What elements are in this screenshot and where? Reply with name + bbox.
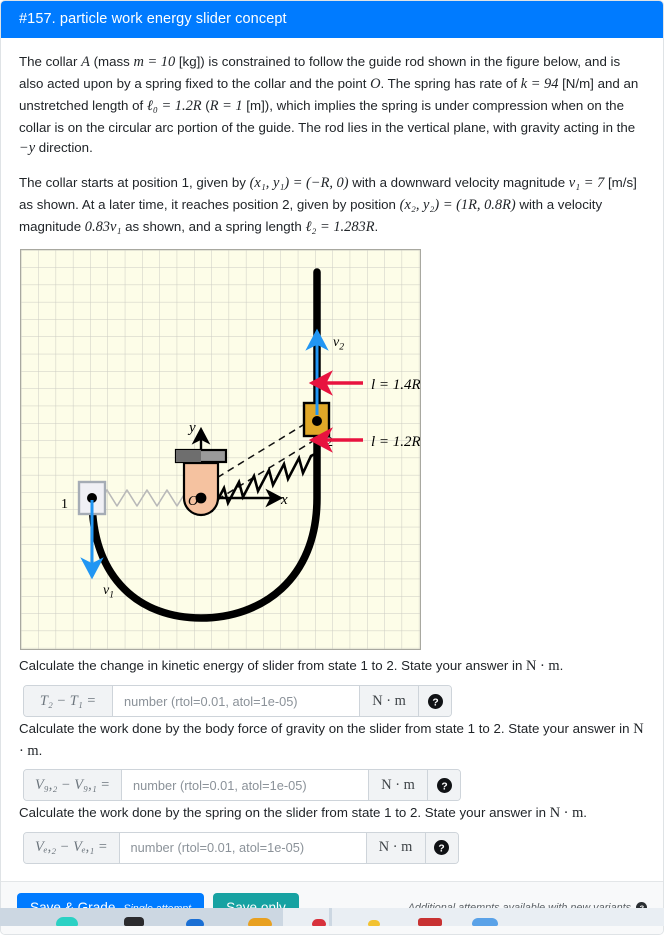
system-dock[interactable]: [0, 908, 664, 926]
dock-right-panel: [332, 908, 664, 926]
text-seg: (: [201, 97, 210, 113]
length-top-label: l = 1.4R: [371, 377, 420, 393]
dock-icon[interactable]: [186, 919, 204, 926]
dock-icon[interactable]: [312, 919, 326, 926]
page-root: #157. particle work energy slider concep…: [0, 0, 664, 935]
question-prompt-3: Calculate the work done by the spring on…: [19, 803, 645, 825]
input-group-2: V₉,₂ − V₉,₁ = N · m ?: [23, 769, 462, 802]
symbol-v2-mag: 0.83v₁: [84, 218, 122, 235]
dock-icon[interactable]: [368, 920, 380, 926]
text-seg: Calculate the work done by the body forc…: [19, 721, 634, 737]
position-2-label: 2: [326, 435, 333, 450]
text-seg: .: [583, 805, 587, 821]
symbol-l0: ℓ₀ = 1.2R: [146, 97, 202, 114]
dock-icon[interactable]: [248, 918, 272, 926]
answer-row-2: V₉,₂ − V₉,₁ = N · m ?: [23, 769, 645, 802]
card-header: #157. particle work energy slider concep…: [1, 1, 663, 38]
symbol-l2: ℓ₂ = 1.283R: [305, 218, 375, 235]
text-seg: with a downward velocity magnitude: [348, 174, 569, 190]
answer-unit-1: N · m: [359, 686, 418, 717]
svg-text:?: ?: [438, 844, 444, 855]
symbol-pos1: (x₁, y₁) = (−R, 0): [249, 174, 349, 191]
text-seg: The collar starts at position 1, given b…: [19, 174, 250, 190]
symbol-R: R = 1: [209, 97, 243, 114]
input-group-1: T₂ − T₁ = N · m ?: [23, 685, 452, 718]
answer-input-3[interactable]: [119, 832, 366, 863]
answer-input-2[interactable]: [122, 770, 369, 801]
symbol-k: k = 94: [520, 75, 559, 92]
unit-text: N · m: [549, 805, 584, 822]
help-button-2[interactable]: ?: [427, 770, 461, 801]
help-button-1[interactable]: ?: [418, 686, 451, 717]
question-prompt-2: Calculate the work done by the body forc…: [19, 719, 645, 762]
symbol-mass: m = 10: [133, 54, 176, 70]
answer-input-1[interactable]: [113, 686, 359, 717]
input-group-3: Vₑ,₂ − Vₑ,₁ = N · m ?: [23, 831, 459, 864]
x-axis-label: x: [280, 492, 288, 508]
text-seg: . The spring has rate of: [380, 75, 521, 91]
text-seg: .: [559, 658, 564, 674]
dock-icon[interactable]: [418, 918, 442, 926]
answer-prefix-1: T₂ − T₁ =: [24, 686, 113, 717]
problem-figure: O x y 1 v1 2 v2 l = 1.4R l = 1.2R: [20, 249, 421, 651]
symbol-O: O: [370, 75, 381, 92]
length-bottom-label: l = 1.2R: [371, 434, 420, 450]
answer-row-1: T₂ − T₁ = N · m ?: [23, 685, 645, 718]
problem-paragraph-2: The collar starts at position 1, given b…: [19, 173, 645, 239]
symbol-minus-y: −y: [19, 139, 36, 156]
question-circle-icon: ?: [436, 777, 452, 793]
answer-prefix-2: V₉,₂ − V₉,₁ =: [24, 770, 123, 801]
text-seg: .: [38, 742, 43, 758]
text-seg: Calculate the work done by the spring on…: [19, 805, 550, 821]
answer-unit-3: N · m: [365, 832, 425, 863]
text-seg: direction.: [35, 139, 93, 155]
text-seg: .: [374, 218, 379, 234]
question-prompt-1: Calculate the change in kinetic energy o…: [19, 656, 645, 678]
dock-icon[interactable]: [56, 917, 78, 926]
question-circle-icon: ?: [434, 840, 450, 856]
dock-inner: [0, 908, 664, 926]
symbol-pos2: (x₂, y₂) = (1R, 0.8R): [399, 196, 516, 213]
dock-icon[interactable]: [472, 918, 498, 926]
text-seg: The collar: [19, 54, 82, 69]
answer-prefix-3: Vₑ,₂ − Vₑ,₁ =: [24, 832, 120, 863]
text-seg: (mass: [89, 54, 134, 69]
problem-paragraph-1: The collar A (mass m = 10 [kg]) is const…: [19, 52, 645, 160]
svg-text:?: ?: [432, 697, 438, 708]
page-title: #157. particle work energy slider concep…: [19, 11, 287, 27]
help-button-3[interactable]: ?: [424, 832, 458, 863]
text-seg: as shown, and a spring length: [121, 218, 306, 234]
symbol-A: A: [81, 54, 90, 70]
question-card: #157. particle work energy slider concep…: [0, 0, 664, 935]
answer-unit-2: N · m: [368, 770, 428, 801]
unit-text: N · m: [526, 658, 560, 675]
answer-row-3: Vₑ,₂ − Vₑ,₁ = N · m ?: [23, 831, 645, 864]
text-seg: Calculate the change in kinetic energy o…: [19, 658, 527, 674]
symbol-v1: v₁ = 7: [568, 174, 605, 191]
question-circle-icon: ?: [427, 693, 443, 709]
dock-icon[interactable]: [124, 917, 144, 926]
position-1-label: 1: [61, 497, 68, 512]
svg-text:?: ?: [441, 781, 447, 792]
y-axis-label: y: [187, 420, 196, 436]
card-body: The collar A (mass m = 10 [kg]) is const…: [1, 38, 663, 872]
origin-label: O: [188, 494, 198, 509]
